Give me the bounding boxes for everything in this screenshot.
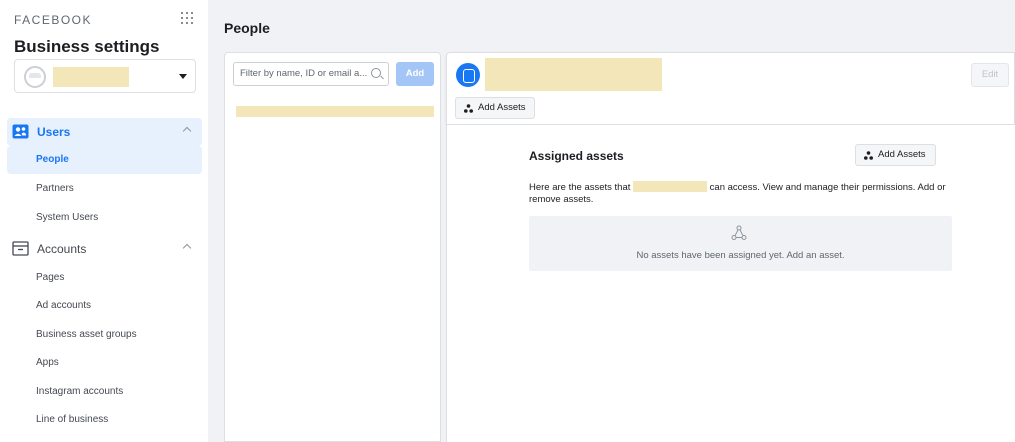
person-name-redacted xyxy=(485,58,662,91)
sidebar-item-system-users[interactable]: System Users xyxy=(7,204,202,232)
sidebar-item-ad-accounts[interactable]: Ad accounts xyxy=(7,292,202,320)
filter-input[interactable]: Filter by name, ID or email a... xyxy=(233,62,389,86)
chevron-up-icon xyxy=(182,243,192,253)
sidebar-item-label: Partners xyxy=(36,183,74,194)
add-assets-button[interactable]: Add Assets xyxy=(455,97,535,119)
business-selector[interactable] xyxy=(14,59,196,93)
sidebar-item-apps[interactable]: Apps xyxy=(7,349,202,377)
nav-group-users-label: Users xyxy=(37,125,71,139)
sidebar-item-pages[interactable]: Pages xyxy=(7,264,202,292)
apps-grid-icon[interactable] xyxy=(181,12,195,26)
sidebar: FACEBOOK Business settings Users People … xyxy=(0,0,208,442)
empty-assets-box: No assets have been assigned yet. Add an… xyxy=(529,216,952,271)
people-list-panel: Filter by name, ID or email a... Add xyxy=(224,52,441,442)
sidebar-item-business-asset-groups[interactable]: Business asset groups xyxy=(7,321,202,349)
add-assets-button-secondary[interactable]: Add Assets xyxy=(855,144,936,166)
list-item[interactable] xyxy=(236,106,434,117)
add-assets-label: Add Assets xyxy=(478,102,526,113)
sidebar-item-line-of-business[interactable]: Line of business xyxy=(7,406,202,434)
nav-group-accounts[interactable]: Accounts xyxy=(7,235,202,263)
sidebar-item-people[interactable]: People xyxy=(7,146,202,174)
person-name-inline-redacted xyxy=(633,181,708,192)
assigned-assets-title: Assigned assets xyxy=(529,149,624,163)
add-assets-label: Add Assets xyxy=(878,149,926,160)
assets-empty-icon xyxy=(731,225,747,240)
description-start: Here are the assets that xyxy=(529,182,634,193)
section-title-people: People xyxy=(224,20,270,36)
users-icon xyxy=(12,124,29,139)
assets-icon xyxy=(464,104,473,113)
nav-group-accounts-label: Accounts xyxy=(37,242,87,256)
filter-placeholder: Filter by name, ID or email a... xyxy=(240,68,368,79)
accounts-icon xyxy=(12,241,29,256)
add-person-button[interactable]: Add xyxy=(396,62,434,86)
nav-group-users[interactable]: Users xyxy=(7,118,202,146)
sidebar-item-label: People xyxy=(36,154,69,165)
sidebar-item-label: System Users xyxy=(36,212,99,223)
sidebar-item-label: Apps xyxy=(36,357,59,368)
sidebar-item-label: Ad accounts xyxy=(36,300,92,311)
caret-down-icon xyxy=(179,74,187,79)
sidebar-item-label: Pages xyxy=(36,272,65,283)
sidebar-item-partners[interactable]: Partners xyxy=(7,175,202,203)
sidebar-item-instagram-accounts[interactable]: Instagram accounts xyxy=(7,378,202,406)
page-title-business-settings: Business settings xyxy=(14,37,160,56)
facebook-brand: FACEBOOK xyxy=(14,13,93,27)
assigned-assets-section: Assigned assets Add Assets Here are the … xyxy=(446,125,1015,442)
assigned-assets-description: Here are the assets that can access. Vie… xyxy=(529,181,949,206)
business-name-redacted xyxy=(53,67,129,87)
business-avatar xyxy=(24,66,46,88)
sidebar-item-label: Business asset groups xyxy=(36,329,137,340)
empty-assets-text: No assets have been assigned yet. Add an… xyxy=(636,250,845,261)
assets-icon xyxy=(864,151,873,160)
person-avatar xyxy=(456,63,480,87)
sidebar-item-label: Line of business xyxy=(36,414,109,425)
search-icon xyxy=(371,68,381,78)
person-detail-header: Edit Add Assets xyxy=(446,52,1015,125)
chevron-up-icon xyxy=(182,126,192,136)
edit-button[interactable]: Edit xyxy=(971,63,1009,87)
sidebar-item-label: Instagram accounts xyxy=(36,386,124,397)
